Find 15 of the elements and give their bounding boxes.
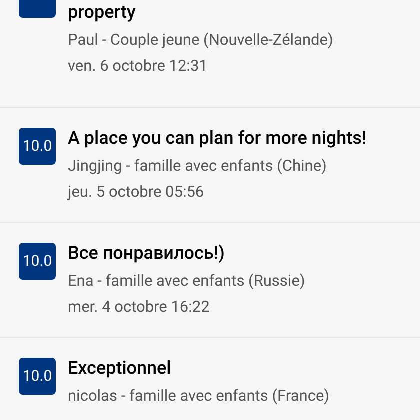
review-date: ven. 6 octobre 12:31 xyxy=(68,56,209,77)
score-badge: 10.0 xyxy=(19,358,56,395)
review-title: Все понравилось!) xyxy=(68,242,226,266)
review-date: jeu. 5 octobre 05:56 xyxy=(68,182,206,203)
review-title: Exceptionnel xyxy=(68,357,172,381)
reviewer-info: nicolas - famille avec enfants (France) xyxy=(68,386,330,407)
score-badge: 10.0 xyxy=(19,128,56,165)
reviewer-info: Paul - Couple jeune (Nouvelle-Zélande) xyxy=(68,30,334,51)
score-badge: 10.0 xyxy=(19,243,56,280)
reviewer-info: Ena - famille avec enfants (Russie) xyxy=(68,271,306,292)
review-title: A place you can plan for more nights! xyxy=(68,127,367,151)
reviewer-info: Jingjing - famille avec enfants (Chine) xyxy=(68,156,328,177)
review-date: mer. 4 octobre 16:22 xyxy=(68,297,211,318)
score-badge xyxy=(19,0,56,18)
review-title: property xyxy=(68,1,137,25)
